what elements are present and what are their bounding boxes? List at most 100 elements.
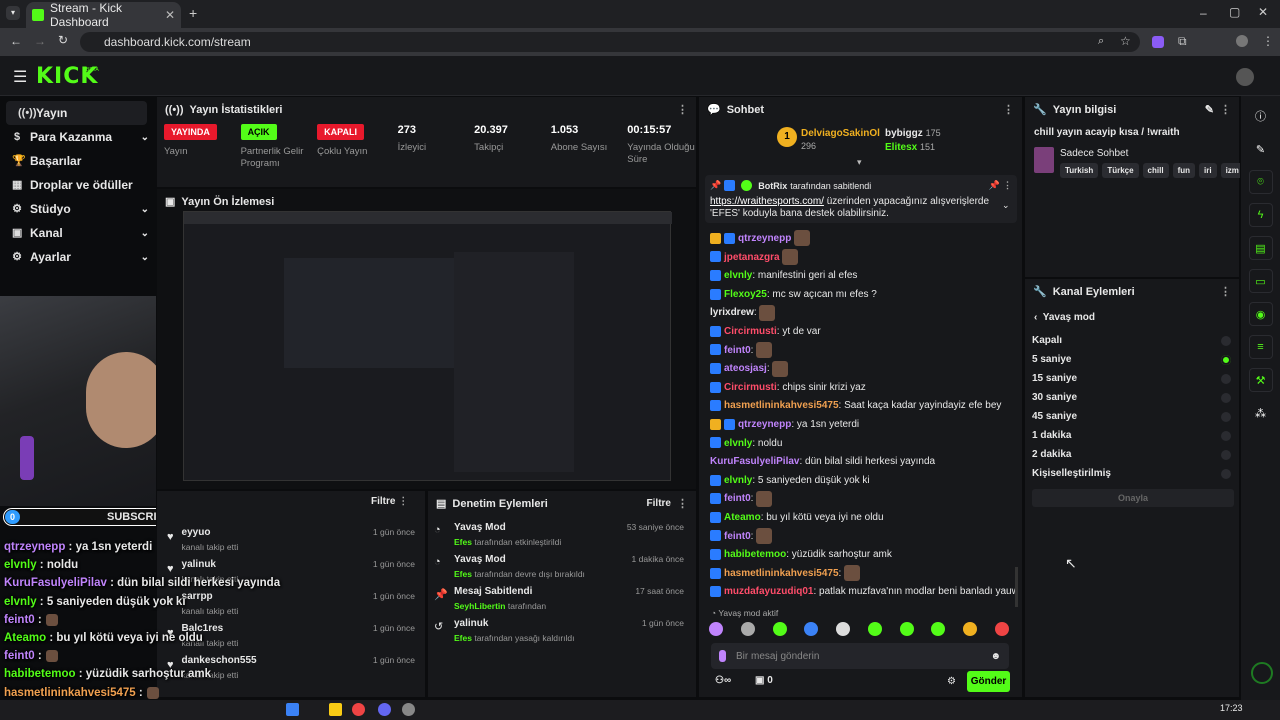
chat-message[interactable]: lyrixdrew: bbox=[699, 304, 1017, 323]
chat-message[interactable]: elvnly: 5 saniyeden düşük yok ki bbox=[699, 472, 1017, 491]
radio-button[interactable] bbox=[1221, 449, 1231, 460]
emote-3-icon[interactable] bbox=[804, 622, 819, 636]
back-button[interactable]: ‹ Yavaş mod bbox=[1025, 304, 1239, 331]
tab-search-button[interactable]: ▾ bbox=[6, 6, 20, 20]
chat-message[interactable]: jpetanazgra bbox=[699, 248, 1017, 268]
chat-username[interactable]: feint0 bbox=[724, 493, 751, 504]
bookmark-star-icon[interactable]: ☆ bbox=[1120, 34, 1131, 48]
moderation-more-icon[interactable]: ⋮ bbox=[677, 497, 688, 510]
moderation-row[interactable]: ↺ yalinuk Efes tarafından yasağı kaldırıld… bbox=[428, 614, 696, 646]
slow-mode-option[interactable]: 1 dakika bbox=[1025, 426, 1239, 445]
chat-message[interactable]: feint0: bbox=[699, 341, 1017, 361]
chat-username[interactable]: Ateamo bbox=[724, 512, 761, 523]
hamburger-menu-icon[interactable]: ☰ bbox=[13, 67, 27, 87]
zoom-icon[interactable]: ⌕ bbox=[1098, 35, 1104, 48]
radio-button[interactable] bbox=[1221, 335, 1231, 346]
chat-message[interactable]: hasmetlininkahvesi5475: Saat kaça kadar … bbox=[699, 397, 1017, 416]
chat-username[interactable]: ateosjasj bbox=[724, 363, 767, 374]
chat-message[interactable]: feint0: bbox=[699, 490, 1017, 509]
followers-more-icon[interactable]: ⋮ bbox=[398, 496, 408, 507]
chat-username[interactable]: Circirmusti bbox=[724, 326, 777, 337]
chat-username[interactable]: qtrzeynepp bbox=[738, 233, 791, 244]
chat-username[interactable]: Flexoy25 bbox=[724, 289, 767, 300]
pinned-more-icon[interactable]: ⋮ bbox=[1003, 180, 1012, 191]
tool-icon[interactable]: ⚒ bbox=[1248, 368, 1273, 392]
sidebar-item-3[interactable]: ▦ Droplar ve ödüller bbox=[0, 173, 155, 197]
browser-tab[interactable]: Stream - Kick Dashboard ✕ bbox=[26, 1, 181, 29]
emote-5-icon[interactable] bbox=[867, 622, 882, 636]
chat-username[interactable]: feint0 bbox=[724, 531, 751, 542]
emote-7-icon[interactable] bbox=[931, 622, 946, 636]
slow-mode-option[interactable]: 15 saniye bbox=[1025, 369, 1239, 388]
slow-mode-option[interactable]: 30 saniye bbox=[1025, 388, 1239, 407]
expand-pinned-icon[interactable]: ⌄ bbox=[1002, 200, 1010, 211]
chrome-icon[interactable] bbox=[352, 703, 365, 716]
chat-username[interactable]: hasmetlininkahvesi5475 bbox=[724, 400, 839, 411]
pencil-icon[interactable]: ✎ bbox=[1249, 137, 1273, 161]
edit-icon[interactable]: ✎ bbox=[1205, 103, 1214, 116]
sidebar-item-5[interactable]: ▣ Kanal ⌄ bbox=[0, 221, 155, 245]
gifter-3[interactable]: Elitesx 151 bbox=[885, 142, 935, 153]
category-name[interactable]: Sadece Sohbet bbox=[1060, 148, 1128, 159]
chat-message[interactable]: qtrzeynepp bbox=[699, 230, 1017, 249]
emote-0-icon[interactable] bbox=[709, 622, 723, 636]
minimize-button[interactable]: – bbox=[1200, 6, 1207, 20]
browser-menu-icon[interactable]: ⋮ bbox=[1262, 34, 1274, 48]
stats-more-icon[interactable]: ⋮ bbox=[677, 103, 688, 116]
sidebar-item-2[interactable]: 🏆 Başarılar bbox=[0, 149, 155, 173]
maximize-button[interactable]: ▢ bbox=[1229, 5, 1240, 19]
sidebar-item-6[interactable]: ⚙ Ayarlar ⌄ bbox=[0, 245, 155, 269]
moderation-row[interactable]: 📌 Mesaj Sabitlendi SeyhLibertin tarafından… bbox=[428, 582, 696, 614]
reload-button[interactable]: ↻ bbox=[58, 33, 68, 47]
support-icon[interactable] bbox=[1251, 662, 1273, 684]
extensions-puzzle-icon[interactable]: ⧉ bbox=[1178, 34, 1187, 49]
followers-filter-button[interactable]: Filtre ⋮ bbox=[371, 496, 408, 507]
info-icon[interactable]: ⓘ bbox=[1249, 104, 1273, 128]
close-window-button[interactable]: ✕ bbox=[1258, 5, 1268, 19]
stack-icon[interactable]: ≡ bbox=[1248, 335, 1273, 359]
emote-1-icon[interactable] bbox=[740, 622, 755, 636]
slow-mode-option[interactable]: 2 dakika bbox=[1025, 445, 1239, 464]
chat-message[interactable]: elvnly: manifestini geri al efes bbox=[699, 267, 1017, 286]
focus-icon[interactable]: ⌾ bbox=[1248, 170, 1273, 194]
chat-username[interactable]: jpetanazgra bbox=[724, 252, 780, 263]
chat-username[interactable]: Circirmusti bbox=[724, 382, 777, 393]
top-gifter-name[interactable]: DelviagoSakinOl bbox=[801, 128, 880, 139]
send-button[interactable]: Gönder bbox=[967, 671, 1010, 692]
radio-button[interactable] bbox=[1221, 354, 1231, 365]
chat-message[interactable]: qtrzeynepp: ya 1sn yeterdi bbox=[699, 416, 1017, 435]
chat-username[interactable]: KuruFasulyeliPilav bbox=[710, 456, 799, 467]
emote-6-icon[interactable] bbox=[899, 622, 914, 636]
tag[interactable]: fun bbox=[1172, 163, 1195, 178]
chat-message[interactable]: ateosjasj: bbox=[699, 360, 1017, 379]
chat-bubble-icon[interactable]: ▭ bbox=[1248, 269, 1273, 293]
sidebar-item-4[interactable]: ⚙ Stüdyo ⌄ bbox=[0, 197, 155, 221]
chat-input[interactable]: Bir mesaj gönderin ☻ bbox=[711, 643, 1009, 669]
chat-message[interactable]: elvnly: noldu bbox=[699, 435, 1017, 454]
chat-username[interactable]: hasmetlininkahvesi5475 bbox=[724, 568, 839, 579]
chat-more-icon[interactable]: ⋮ bbox=[1003, 103, 1014, 116]
broadcast-rail-icon[interactable]: ◉ bbox=[1248, 302, 1273, 326]
chat-username[interactable]: lyrixdrew bbox=[710, 307, 754, 318]
chat-message[interactable]: habibetemoo: yüzüdik sarhoştur amk bbox=[699, 546, 1017, 565]
sidebar-item-1[interactable]: $ Para Kazanma ⌄ bbox=[0, 125, 155, 149]
radio-button[interactable] bbox=[1221, 468, 1231, 479]
collapse-gifters-icon[interactable]: ▾ bbox=[857, 157, 862, 168]
emote-8-icon[interactable] bbox=[963, 622, 978, 636]
obs-icon[interactable] bbox=[402, 703, 415, 716]
windows-start-icon[interactable] bbox=[286, 703, 299, 716]
preview-video[interactable] bbox=[183, 211, 672, 481]
info-more-icon[interactable]: ⋮ bbox=[1220, 103, 1231, 116]
moderation-row[interactable]: ◔ Yavaş Mod Efes tarafından etkinleştirild… bbox=[428, 518, 696, 550]
chat-username[interactable]: elvnly bbox=[724, 438, 752, 449]
chat-username[interactable]: elvnly bbox=[724, 475, 752, 486]
new-tab-button[interactable]: + bbox=[189, 5, 197, 21]
emote-9-icon[interactable] bbox=[994, 622, 1009, 636]
chat-settings-icon[interactable]: ⚙ bbox=[947, 676, 956, 687]
chat-username[interactable]: feint0 bbox=[724, 345, 751, 356]
document-icon[interactable]: ▤ bbox=[1248, 236, 1273, 260]
profile-avatar[interactable] bbox=[1236, 35, 1248, 47]
extension-icon[interactable] bbox=[1152, 36, 1164, 48]
close-tab-icon[interactable]: ✕ bbox=[165, 8, 175, 22]
chat-username[interactable]: qtrzeynepp bbox=[738, 419, 791, 430]
